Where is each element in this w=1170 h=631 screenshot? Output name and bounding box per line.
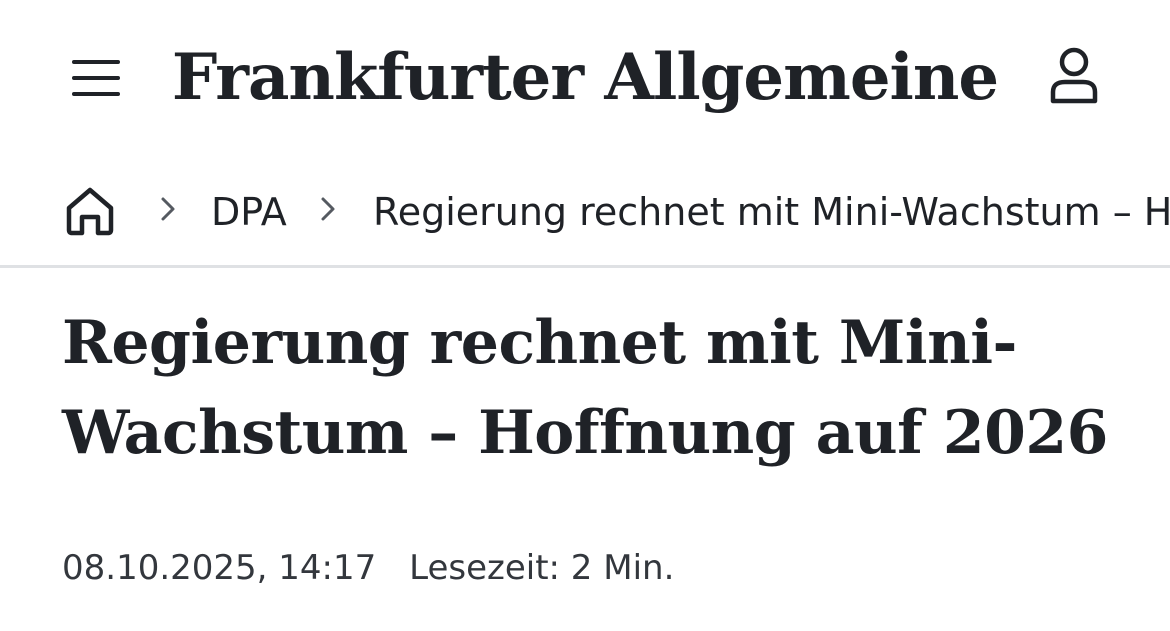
site-header: Frankfurter Allgemeine — [0, 0, 1170, 150]
breadcrumb-item-current: Regierung rechnet mit Mini-Wachstum – Ho… — [373, 190, 1170, 234]
breadcrumb: DPA Regierung rechnet mit Mini-Wachstum … — [0, 150, 1170, 268]
article-headline: Regierung rechnet mit Mini-Wachstum – Ho… — [62, 308, 1108, 468]
home-icon[interactable] — [64, 186, 116, 236]
site-logo[interactable]: Frankfurter Allgemeine — [0, 30, 1170, 126]
reading-time: Lesezeit: 2 Min. — [409, 548, 675, 588]
chevron-right-icon — [158, 194, 180, 224]
breadcrumb-item-dpa[interactable]: DPA — [211, 186, 287, 238]
page: Frankfurter Allgemeine DPA Regierung rec… — [0, 0, 1170, 631]
article-meta: 08.10.2025, 14:17 Lesezeit: 2 Min. — [62, 544, 674, 592]
user-icon[interactable] — [1046, 46, 1102, 104]
article-date: 08.10.2025, 14:17 — [62, 548, 377, 588]
chevron-right-icon — [318, 194, 340, 224]
